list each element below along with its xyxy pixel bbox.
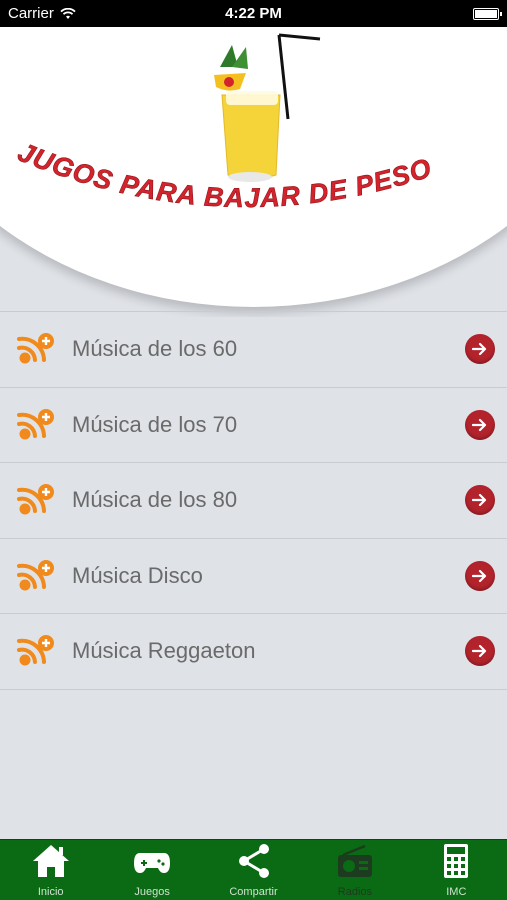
app-header: JUGOS PARA BAJAR DE PESO	[0, 27, 507, 317]
calculator-icon	[436, 843, 476, 884]
arrow-right-icon	[472, 569, 487, 582]
gamepad-icon	[132, 843, 172, 884]
station-label: Música Disco	[72, 562, 203, 588]
station-label: Música de los 80	[72, 487, 238, 513]
tab-radios[interactable]: Radios	[304, 840, 405, 900]
list-item[interactable]: Música Disco	[0, 539, 507, 614]
tab-imc[interactable]: IMC	[406, 840, 507, 900]
arrow-right-button[interactable]	[465, 560, 495, 591]
arrow-right-icon	[472, 343, 487, 356]
station-list: Música de los 60 Música de los 70 Música…	[0, 311, 507, 690]
list-item[interactable]: Música de los 60	[0, 312, 507, 388]
status-time: 4:22 PM	[225, 5, 282, 22]
arrow-right-button[interactable]	[465, 485, 495, 516]
tab-juegos[interactable]: Juegos	[101, 840, 202, 900]
wifi-icon	[60, 7, 76, 19]
tab-inicio[interactable]: Inicio	[0, 840, 101, 900]
status-bar: Carrier 4:22 PM	[0, 0, 507, 27]
arrow-right-button[interactable]	[465, 636, 495, 667]
rss-plus-icon	[17, 559, 54, 591]
list-item[interactable]: Música de los 80	[0, 463, 507, 539]
juice-glass-icon	[214, 33, 321, 182]
list-item[interactable]: Música Reggaeton	[0, 614, 507, 690]
arrow-right-icon	[472, 494, 487, 507]
list-item[interactable]: Música de los 70	[0, 388, 507, 463]
status-left: Carrier	[8, 5, 76, 22]
header-title: JUGOS PARA BAJAR DE PESO	[14, 137, 436, 213]
share-icon	[234, 843, 274, 884]
tab-label: Compartir	[229, 886, 278, 898]
rss-plus-icon	[17, 484, 54, 515]
rss-plus-icon	[17, 408, 54, 440]
station-label: Música Reggaeton	[72, 638, 256, 664]
station-label: Música de los 70	[72, 411, 238, 437]
arrow-right-button[interactable]	[465, 334, 495, 365]
tab-label: Juegos	[134, 886, 170, 898]
header-art: JUGOS PARA BAJAR DE PESO	[13, 33, 436, 213]
tab-bar: Inicio Juegos Compartir Radios IMC	[0, 839, 507, 900]
tab-label: IMC	[446, 886, 467, 898]
arrow-right-button[interactable]	[465, 409, 495, 440]
battery-icon	[473, 7, 502, 20]
arrow-right-icon	[472, 418, 487, 431]
tab-compartir[interactable]: Compartir	[203, 840, 304, 900]
tab-label: Radios	[337, 886, 373, 898]
arrow-right-icon	[472, 645, 487, 658]
carrier-label: Carrier	[8, 5, 54, 22]
rss-plus-icon	[17, 333, 54, 364]
tab-label: Inicio	[37, 886, 64, 898]
station-label: Música de los 60	[72, 336, 238, 362]
rss-plus-icon	[17, 635, 54, 666]
radio-icon	[335, 843, 375, 884]
home-icon	[31, 843, 71, 884]
